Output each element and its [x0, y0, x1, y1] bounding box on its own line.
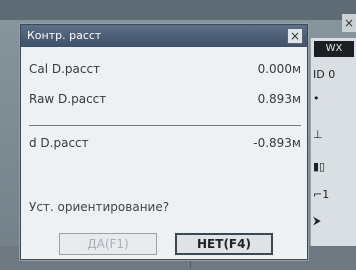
close-icon[interactable]: ×: [287, 28, 303, 44]
cal-distance-row: Cal D.расст 0.000м: [29, 59, 301, 79]
raw-distance-label: Raw D.расст: [29, 92, 107, 106]
delta-distance-label: d D.расст: [29, 136, 89, 150]
target-icon: •: [313, 92, 320, 105]
prism-icon: ⮞: [313, 214, 321, 227]
no-button[interactable]: НЕТ(F4): [175, 233, 273, 255]
dialog-title-bar: Контр. расст ×: [21, 25, 307, 47]
cal-distance-value: 0.000м: [257, 62, 301, 76]
check-distance-dialog: Контр. расст × Cal D.расст 0.000м Raw D.…: [20, 24, 308, 260]
background-title-bar: [0, 0, 356, 20]
dialog-title: Контр. расст: [27, 29, 102, 42]
raw-distance-value: 0.893м: [257, 92, 301, 106]
tilt-icon: ⊥: [313, 128, 323, 141]
yes-button[interactable]: ДА(F1): [59, 233, 157, 255]
signal-icon: ⌐1: [313, 188, 330, 201]
background-close-icon[interactable]: ×: [342, 14, 356, 32]
raw-distance-row: Raw D.расст 0.893м: [29, 89, 301, 109]
dialog-button-row: ДА(F1) НЕТ(F4): [21, 229, 307, 259]
result-divider: [29, 125, 301, 126]
delta-distance-row: d D.расст -0.893м: [29, 133, 301, 153]
status-badge: WX: [314, 41, 354, 57]
instrument-screen: × WX ID 0 • ⊥ ▮▯ ⌐1 ⮞ Контр. расст × Cal…: [0, 0, 356, 270]
battery-icon: ▮▯: [313, 160, 326, 173]
cal-distance-label: Cal D.расст: [29, 62, 101, 76]
right-status-panel: WX ID 0 • ⊥ ▮▯ ⌐1 ⮞: [310, 38, 356, 248]
set-orientation-prompt: Уст. ориентирование?: [29, 200, 170, 214]
delta-distance-value: -0.893м: [253, 136, 301, 150]
id-icon: ID 0: [313, 68, 336, 81]
